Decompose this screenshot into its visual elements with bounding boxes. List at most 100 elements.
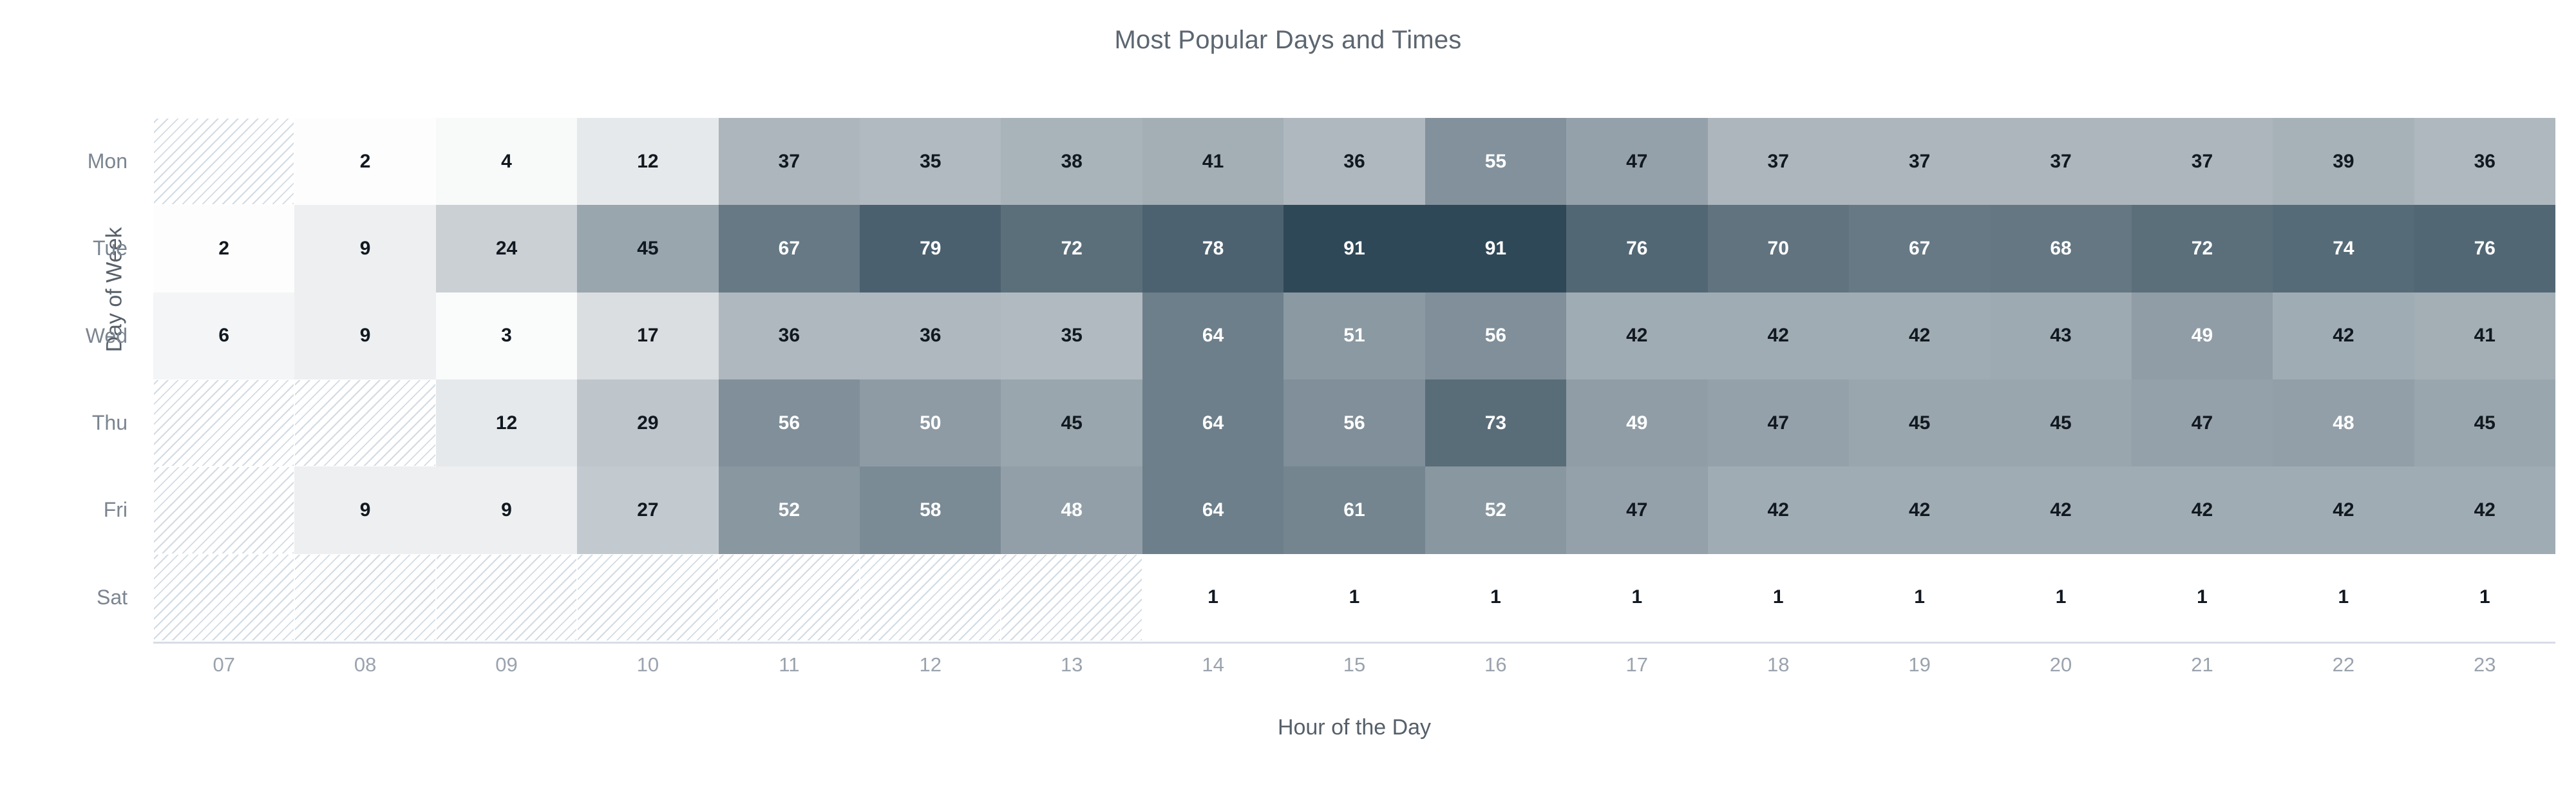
heatmap-cell[interactable]: 42 bbox=[2414, 466, 2555, 554]
heatmap-cell[interactable]: 42 bbox=[2131, 466, 2273, 554]
heatmap-cell[interactable]: 47 bbox=[1566, 118, 1708, 206]
heatmap-cell[interactable]: 1 bbox=[1142, 553, 1284, 641]
heatmap-cell[interactable]: 67 bbox=[1848, 205, 1991, 292]
heatmap-cell[interactable]: 39 bbox=[2273, 118, 2414, 206]
heatmap-cell[interactable]: 42 bbox=[1848, 466, 1991, 554]
heatmap-cell[interactable]: 64 bbox=[1142, 466, 1284, 554]
heatmap-cell[interactable]: 72 bbox=[2131, 205, 2273, 292]
heatmap-cell[interactable]: 1 bbox=[1990, 553, 2132, 641]
heatmap-cell-empty[interactable] bbox=[153, 466, 295, 554]
heatmap-cell[interactable]: 1 bbox=[1283, 553, 1425, 641]
heatmap-cell[interactable]: 47 bbox=[1707, 379, 1849, 467]
heatmap-cell[interactable]: 48 bbox=[2273, 379, 2414, 467]
heatmap-cell[interactable]: 37 bbox=[1848, 118, 1991, 206]
heatmap-cell[interactable]: 1 bbox=[1425, 553, 1567, 641]
heatmap-cell[interactable]: 1 bbox=[2131, 553, 2273, 641]
heatmap-cell[interactable]: 52 bbox=[1425, 466, 1567, 554]
heatmap-cell[interactable]: 42 bbox=[1990, 466, 2132, 554]
heatmap-cell-empty[interactable] bbox=[294, 553, 436, 641]
heatmap-cell[interactable]: 9 bbox=[435, 466, 578, 554]
heatmap-cell[interactable]: 41 bbox=[2414, 292, 2555, 379]
heatmap-cell[interactable]: 9 bbox=[294, 466, 436, 554]
heatmap-cell[interactable]: 45 bbox=[1990, 379, 2132, 467]
heatmap-cell[interactable]: 55 bbox=[1425, 118, 1567, 206]
heatmap-cell[interactable]: 17 bbox=[577, 292, 719, 379]
heatmap-cell[interactable]: 2 bbox=[294, 118, 436, 206]
heatmap-cell[interactable]: 36 bbox=[718, 292, 860, 379]
heatmap-cell-empty[interactable] bbox=[860, 553, 1001, 641]
heatmap-cell[interactable]: 45 bbox=[2414, 379, 2555, 467]
heatmap-cell[interactable]: 42 bbox=[1848, 292, 1991, 379]
heatmap-cell[interactable]: 3 bbox=[435, 292, 578, 379]
heatmap-cell[interactable]: 1 bbox=[2414, 553, 2555, 641]
heatmap-cell[interactable]: 51 bbox=[1283, 292, 1425, 379]
heatmap-cell[interactable]: 49 bbox=[1566, 379, 1708, 467]
heatmap-cell[interactable]: 47 bbox=[1566, 466, 1708, 554]
heatmap-cell[interactable]: 50 bbox=[860, 379, 1001, 467]
heatmap-cell[interactable]: 52 bbox=[718, 466, 860, 554]
heatmap-cell[interactable]: 1 bbox=[1707, 553, 1849, 641]
heatmap-cell[interactable]: 73 bbox=[1425, 379, 1567, 467]
heatmap-cell[interactable]: 79 bbox=[860, 205, 1001, 292]
heatmap-cell[interactable]: 42 bbox=[2273, 466, 2414, 554]
heatmap-cell[interactable]: 61 bbox=[1283, 466, 1425, 554]
heatmap-cell-empty[interactable] bbox=[1001, 553, 1142, 641]
heatmap-cell[interactable]: 36 bbox=[2414, 118, 2555, 206]
heatmap-cell-empty[interactable] bbox=[718, 553, 860, 641]
heatmap-cell[interactable]: 12 bbox=[577, 118, 719, 206]
heatmap-cell[interactable]: 76 bbox=[1566, 205, 1708, 292]
heatmap-cell-empty[interactable] bbox=[577, 553, 719, 641]
heatmap-cell[interactable]: 58 bbox=[860, 466, 1001, 554]
heatmap-cell[interactable]: 42 bbox=[1566, 292, 1708, 379]
heatmap-cell[interactable]: 68 bbox=[1990, 205, 2132, 292]
heatmap-cell[interactable]: 42 bbox=[1707, 466, 1849, 554]
heatmap-cell[interactable]: 48 bbox=[1001, 466, 1142, 554]
heatmap-cell[interactable]: 37 bbox=[1707, 118, 1849, 206]
heatmap-cell[interactable]: 42 bbox=[1707, 292, 1849, 379]
heatmap-cell[interactable]: 70 bbox=[1707, 205, 1849, 292]
heatmap-cell-empty[interactable] bbox=[435, 553, 578, 641]
heatmap-cell[interactable]: 4 bbox=[435, 118, 578, 206]
heatmap-cell[interactable]: 76 bbox=[2414, 205, 2555, 292]
heatmap-cell[interactable]: 91 bbox=[1425, 205, 1567, 292]
heatmap-cell[interactable]: 1 bbox=[1566, 553, 1708, 641]
heatmap-cell[interactable]: 45 bbox=[1848, 379, 1991, 467]
heatmap-cell[interactable]: 91 bbox=[1283, 205, 1425, 292]
heatmap-cell[interactable]: 67 bbox=[718, 205, 860, 292]
heatmap-cell[interactable]: 37 bbox=[718, 118, 860, 206]
heatmap-cell[interactable]: 35 bbox=[860, 118, 1001, 206]
heatmap-cell[interactable]: 74 bbox=[2273, 205, 2414, 292]
heatmap-cell[interactable]: 43 bbox=[1990, 292, 2132, 379]
heatmap-cell-empty[interactable] bbox=[153, 553, 295, 641]
heatmap-cell[interactable]: 12 bbox=[435, 379, 578, 467]
heatmap-cell[interactable]: 36 bbox=[1283, 118, 1425, 206]
heatmap-cell[interactable]: 6 bbox=[153, 292, 295, 379]
heatmap-cell[interactable]: 41 bbox=[1142, 118, 1284, 206]
heatmap-cell[interactable]: 45 bbox=[577, 205, 719, 292]
heatmap-cell[interactable]: 56 bbox=[718, 379, 860, 467]
heatmap-cell[interactable]: 56 bbox=[1425, 292, 1567, 379]
heatmap-cell[interactable]: 1 bbox=[1848, 553, 1991, 641]
heatmap-cell[interactable]: 78 bbox=[1142, 205, 1284, 292]
heatmap-cell[interactable]: 1 bbox=[2273, 553, 2414, 641]
heatmap-cell[interactable]: 35 bbox=[1001, 292, 1142, 379]
heatmap-cell[interactable]: 42 bbox=[2273, 292, 2414, 379]
heatmap-cell[interactable]: 47 bbox=[2131, 379, 2273, 467]
heatmap-cell[interactable]: 64 bbox=[1142, 292, 1284, 379]
heatmap-cell-empty[interactable] bbox=[153, 379, 295, 467]
heatmap-cell[interactable]: 45 bbox=[1001, 379, 1142, 467]
heatmap-cell[interactable]: 2 bbox=[153, 205, 295, 292]
heatmap-cell[interactable]: 56 bbox=[1283, 379, 1425, 467]
heatmap-cell-empty[interactable] bbox=[153, 118, 295, 206]
heatmap-cell[interactable]: 64 bbox=[1142, 379, 1284, 467]
heatmap-cell[interactable]: 24 bbox=[435, 205, 578, 292]
heatmap-cell[interactable]: 49 bbox=[2131, 292, 2273, 379]
heatmap-cell[interactable]: 37 bbox=[2131, 118, 2273, 206]
heatmap-cell[interactable]: 38 bbox=[1001, 118, 1142, 206]
heatmap-cell[interactable]: 27 bbox=[577, 466, 719, 554]
heatmap-cell[interactable]: 29 bbox=[577, 379, 719, 467]
heatmap-cell[interactable]: 36 bbox=[860, 292, 1001, 379]
heatmap-cell-empty[interactable] bbox=[294, 379, 436, 467]
heatmap-cell[interactable]: 37 bbox=[1990, 118, 2132, 206]
heatmap-cell[interactable]: 72 bbox=[1001, 205, 1142, 292]
